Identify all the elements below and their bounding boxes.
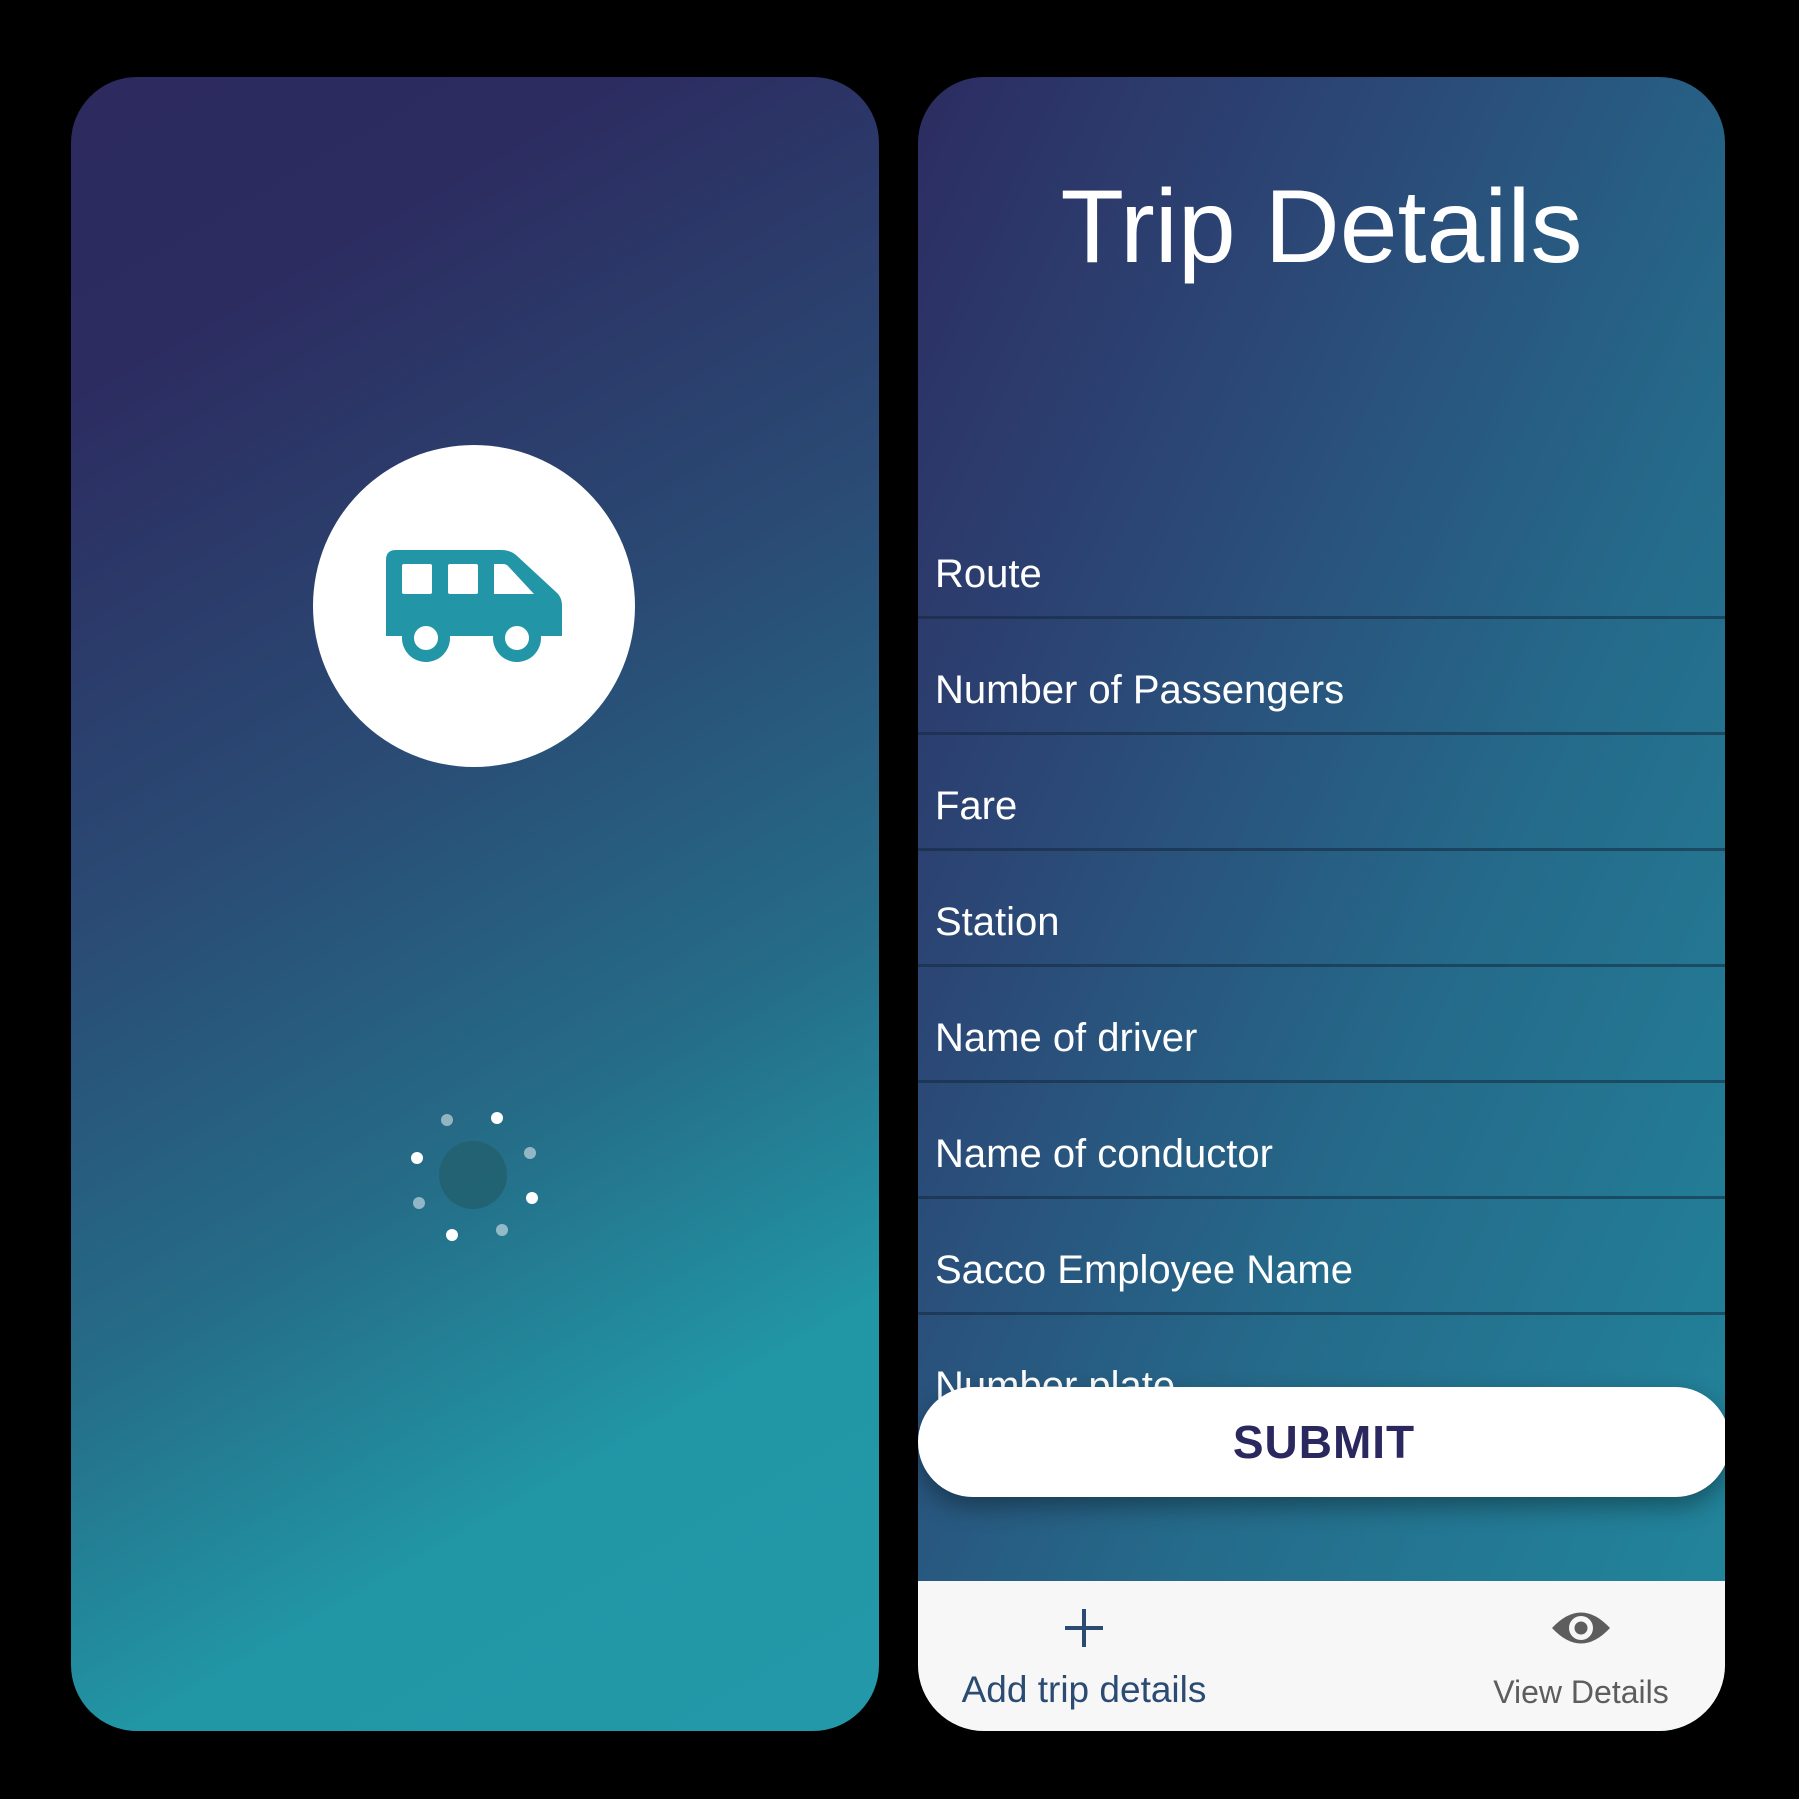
spinner-icon xyxy=(389,1090,559,1260)
fare-field[interactable]: Fare xyxy=(918,735,1725,851)
station-field[interactable]: Station xyxy=(918,851,1725,967)
nav-view-details[interactable]: View Details xyxy=(1478,1581,1684,1731)
trip-details-screen: Trip Details Route Number of Passengers … xyxy=(918,77,1725,1731)
sacco-employee-field[interactable]: Sacco Employee Name xyxy=(918,1199,1725,1315)
driver-name-field[interactable]: Name of driver xyxy=(918,967,1725,1083)
screenshot-canvas: Trip Details Route Number of Passengers … xyxy=(0,0,1799,1799)
eye-icon xyxy=(1550,1607,1612,1649)
fare-label: Fare xyxy=(935,784,1018,828)
nav-add-trip-details[interactable]: Add trip details xyxy=(954,1581,1214,1731)
driver-name-label: Name of driver xyxy=(935,1016,1198,1060)
bottom-navigation: Add trip details View Details xyxy=(918,1581,1725,1731)
station-label: Station xyxy=(935,900,1060,944)
page-title: Trip Details xyxy=(1060,169,1583,285)
route-label: Route xyxy=(935,552,1042,596)
plus-icon xyxy=(1063,1607,1105,1649)
sacco-employee-label: Sacco Employee Name xyxy=(935,1248,1353,1292)
nav-view-label: View Details xyxy=(1493,1674,1669,1710)
passengers-field[interactable]: Number of Passengers xyxy=(918,619,1725,735)
conductor-name-field[interactable]: Name of conductor xyxy=(918,1083,1725,1199)
conductor-name-label: Name of conductor xyxy=(935,1132,1273,1176)
route-field[interactable]: Route xyxy=(918,503,1725,619)
trip-form: Route Number of Passengers Fare Station … xyxy=(918,503,1725,1431)
bus-icon xyxy=(386,550,562,662)
app-logo xyxy=(313,445,635,767)
splash-screen xyxy=(71,77,879,1731)
passengers-label: Number of Passengers xyxy=(935,668,1345,712)
submit-button[interactable]: SUBMIT xyxy=(918,1387,1725,1497)
nav-add-label: Add trip details xyxy=(961,1669,1207,1710)
